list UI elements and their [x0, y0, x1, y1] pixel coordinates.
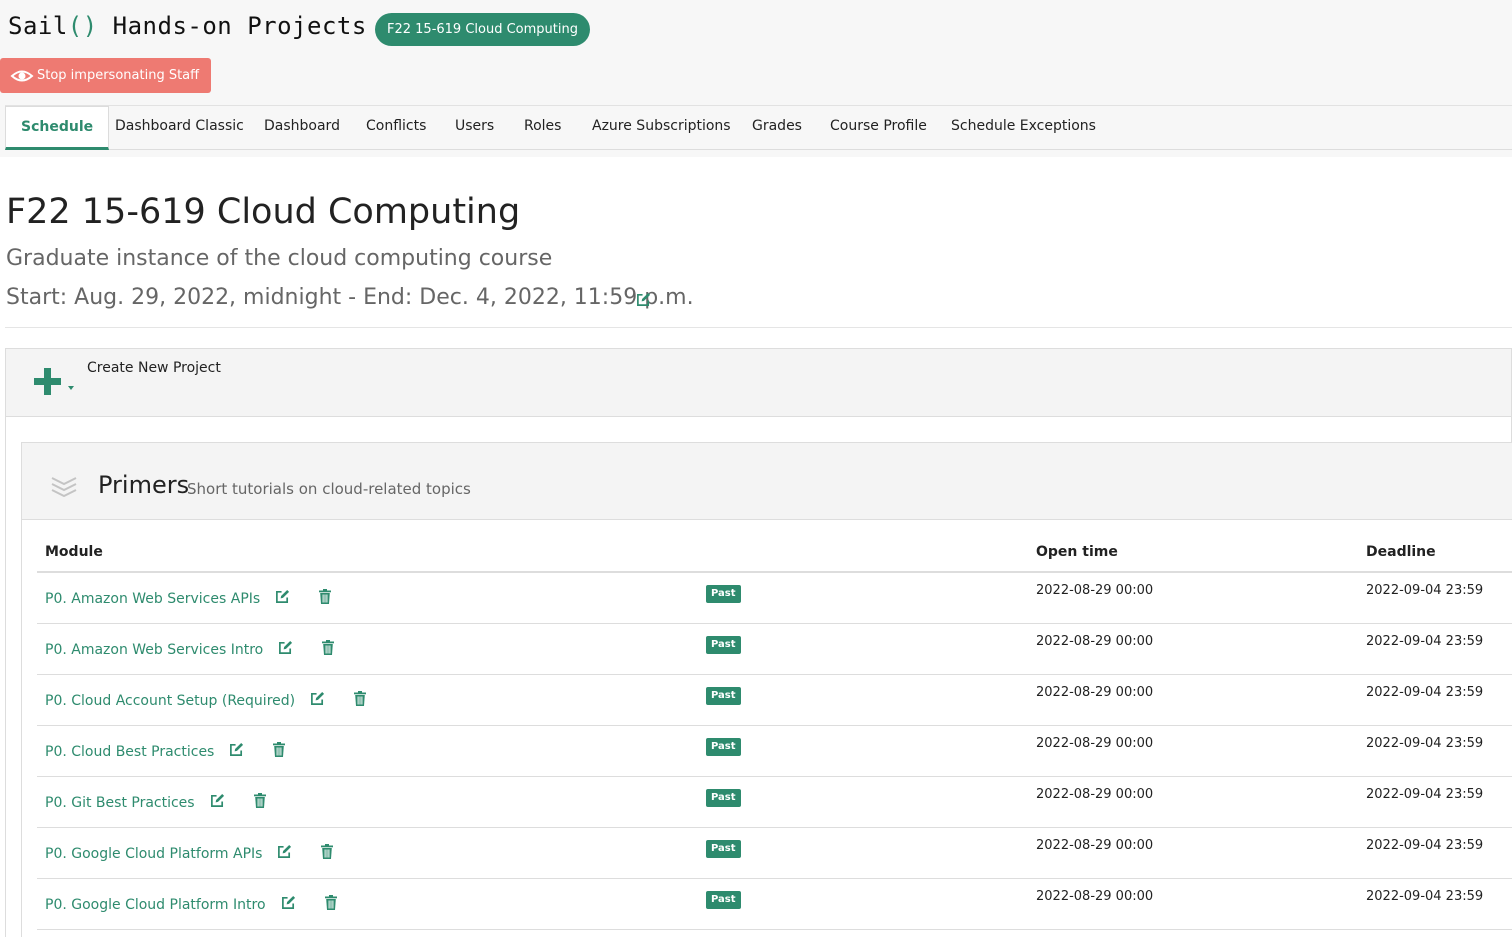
create-project-bar: Create New Project	[6, 349, 1511, 417]
app-logo[interactable]: Sail() Hands-on Projects	[8, 12, 367, 40]
open-time-cell: 2022-08-29 00:00	[1036, 838, 1154, 853]
course-subtitle: Graduate instance of the cloud computing…	[6, 246, 553, 271]
table-row: P0. Cloud Best Practices Past 2022-08-29 0…	[37, 726, 1512, 777]
chevron-down-icon[interactable]	[68, 386, 74, 390]
status-badge: Past	[706, 891, 741, 909]
open-time-cell: 2022-08-29 00:00	[1036, 634, 1154, 649]
column-header-module: Module	[45, 544, 103, 560]
tab-dashboard-classic[interactable]: Dashboard Classic	[115, 106, 244, 150]
module-link[interactable]: P0. Amazon Web Services Intro	[45, 642, 263, 658]
course-switcher-pill[interactable]: F22 15-619 Cloud Computing	[375, 13, 590, 46]
module-link-wrap: P0. Git Best Practices	[45, 793, 266, 812]
edit-icon[interactable]	[275, 589, 290, 608]
plus-icon[interactable]	[34, 368, 61, 399]
brand-parens: ()	[67, 12, 98, 40]
module-link-wrap: P0. Google Cloud Platform APIs	[45, 844, 334, 863]
tab-schedule-exceptions[interactable]: Schedule Exceptions	[951, 106, 1096, 150]
tab-users[interactable]: Users	[455, 106, 494, 150]
trash-icon[interactable]	[324, 895, 337, 914]
open-time-cell: 2022-08-29 00:00	[1036, 685, 1154, 700]
tab-course-profile[interactable]: Course Profile	[830, 106, 927, 150]
table-row: P0. Amazon Web Services Intro Past 2022-08…	[37, 624, 1512, 675]
deadline-cell: 2022-09-04 23:59	[1366, 736, 1484, 751]
stop-impersonating-label: Stop impersonating Staff	[37, 68, 200, 83]
module-link[interactable]: P0. Amazon Web Services APIs	[45, 591, 260, 607]
trash-icon[interactable]	[319, 589, 332, 608]
group-header: Primers Short tutorials on cloud-related…	[22, 443, 1512, 520]
module-link-wrap: P0. Google Cloud Platform Intro	[45, 895, 337, 914]
eye-icon	[10, 68, 34, 84]
status-badge: Past	[706, 789, 741, 807]
create-project-label[interactable]: Create New Project	[87, 360, 221, 376]
column-header-deadline: Deadline	[1366, 544, 1436, 560]
edit-icon[interactable]	[210, 793, 225, 812]
tab-grades[interactable]: Grades	[752, 106, 802, 150]
deadline-cell: 2022-09-04 23:59	[1366, 634, 1484, 649]
edit-icon[interactable]	[281, 895, 296, 914]
status-badge: Past	[706, 636, 741, 654]
open-time-cell: 2022-08-29 00:00	[1036, 736, 1154, 751]
stop-impersonating-button[interactable]: Stop impersonating Staff	[0, 58, 212, 93]
module-link-wrap: P0. Amazon Web Services Intro	[45, 640, 335, 659]
edit-icon[interactable]	[310, 691, 325, 710]
tab-roles[interactable]: Roles	[524, 106, 561, 150]
module-link-wrap: P0. Amazon Web Services APIs	[45, 589, 332, 608]
layers-icon[interactable]	[51, 473, 77, 501]
group-description: Short tutorials on cloud-related topics	[187, 480, 471, 498]
open-time-cell: 2022-08-29 00:00	[1036, 583, 1154, 598]
deadline-cell: 2022-09-04 23:59	[1366, 685, 1484, 700]
course-dates: Start: Aug. 29, 2022, midnight - End: De…	[6, 285, 694, 310]
module-link[interactable]: P0. Git Best Practices	[45, 795, 195, 811]
table-row: P0. Git Best Practices Past 2022-08-29 00:…	[37, 777, 1512, 828]
trash-icon[interactable]	[273, 742, 286, 761]
table-row: P0. Amazon Web Services APIs Past 2022-08-…	[37, 573, 1512, 624]
tab-schedule[interactable]: Schedule	[5, 106, 110, 150]
page-title: F22 15-619 Cloud Computing	[6, 192, 521, 232]
table-row: P0. Cloud Account Setup (Required) Past 20…	[37, 675, 1512, 726]
trash-icon[interactable]	[322, 640, 335, 659]
open-time-cell: 2022-08-29 00:00	[1036, 889, 1154, 904]
group-title: Primers	[98, 471, 190, 499]
open-time-cell: 2022-08-29 00:00	[1036, 787, 1154, 802]
edit-icon[interactable]	[278, 640, 293, 659]
trash-icon[interactable]	[253, 793, 266, 812]
deadline-cell: 2022-09-04 23:59	[1366, 787, 1484, 802]
tab-conflicts[interactable]: Conflicts	[366, 106, 426, 150]
deadline-cell: 2022-09-04 23:59	[1366, 889, 1484, 904]
status-badge: Past	[706, 585, 741, 603]
table-row: P0. Google Cloud Platform APIs Past 2022-0…	[37, 828, 1512, 879]
tab-dashboard[interactable]: Dashboard	[264, 106, 340, 150]
tab-azure-subscriptions[interactable]: Azure Subscriptions	[592, 106, 731, 150]
project-group-primers: Primers Short tutorials on cloud-related…	[21, 442, 1512, 937]
table-row: P0. Google Cloud Platform Intro Past 2022-…	[37, 879, 1512, 930]
status-badge: Past	[706, 738, 741, 756]
trash-icon[interactable]	[321, 844, 334, 863]
trash-icon[interactable]	[354, 691, 367, 710]
status-badge: Past	[706, 840, 741, 858]
brand-suffix: Hands-on Projects	[112, 12, 367, 40]
divider	[5, 327, 1512, 328]
deadline-cell: 2022-09-04 23:59	[1366, 583, 1484, 598]
module-link[interactable]: P0. Cloud Best Practices	[45, 744, 214, 760]
column-header-open-time: Open time	[1036, 544, 1118, 560]
module-link-wrap: P0. Cloud Best Practices	[45, 742, 286, 761]
brand-prefix: Sail	[8, 12, 68, 40]
deadline-cell: 2022-09-04 23:59	[1366, 838, 1484, 853]
projects-panel: Create New Project Primers Short tutoria…	[5, 348, 1512, 937]
module-link[interactable]: P0. Google Cloud Platform Intro	[45, 897, 266, 913]
module-link[interactable]: P0. Google Cloud Platform APIs	[45, 846, 262, 862]
nav-tabs: Schedule Dashboard Classic Dashboard Con…	[5, 105, 1512, 150]
edit-icon[interactable]	[229, 742, 244, 761]
edit-icon[interactable]	[636, 292, 651, 311]
status-badge: Past	[706, 687, 741, 705]
module-link[interactable]: P0. Cloud Account Setup (Required)	[45, 693, 295, 709]
edit-icon[interactable]	[277, 844, 292, 863]
module-link-wrap: P0. Cloud Account Setup (Required)	[45, 691, 367, 710]
